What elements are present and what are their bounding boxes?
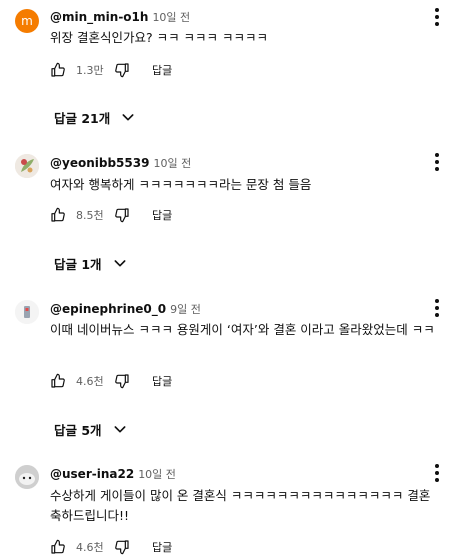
chevron-down-icon [122,114,134,121]
reply-button[interactable]: 답글 [152,62,172,78]
comment-time[interactable]: 10일 전 [138,468,176,481]
like-count: 4.6천 [76,375,104,388]
comment-text: 이때 네이버뉴스 ㅋㅋㅋ 용원게이 ‘여자’와 결혼 이라고 올라왔었는데 ㅋㅋ [50,322,435,337]
reply-button[interactable]: 답글 [152,539,172,555]
comment-author[interactable]: @yeonibb5539 [50,156,149,170]
comment-actions: 4.6천 답글 [50,537,172,555]
thumb-up-icon[interactable] [50,373,66,389]
avatar[interactable]: m [15,9,39,33]
author-line: @user-ina22 10일 전 [50,466,176,482]
avatar[interactable] [15,300,39,324]
author-line: @epinephrine0_0 9일 전 [50,301,201,317]
replies-label: 답글 5개 [54,422,102,438]
replies-label: 답글 1개 [54,256,102,272]
comment-author[interactable]: @epinephrine0_0 [50,302,166,316]
chevron-down-icon [114,260,126,267]
author-line: @yeonibb5539 10일 전 [50,155,191,171]
comment-time[interactable]: 9일 전 [170,303,201,316]
thumb-down-icon[interactable] [114,373,130,389]
thumb-up-icon[interactable] [50,207,66,223]
replies-toggle[interactable]: 답글 1개 [54,251,128,275]
thumb-up-icon[interactable] [50,539,66,555]
comment-time[interactable]: 10일 전 [153,157,191,170]
comment-author[interactable]: @user-ina22 [50,467,134,481]
replies-toggle[interactable]: 답글 21개 [54,105,136,129]
comment-text: 위장 결혼식인가요? ㅋㅋ ㅋㅋㅋ ㅋㅋㅋㅋ [50,30,269,45]
comment-text: 수상하게 게이들이 많이 온 결혼식 ㅋㅋㅋㅋㅋㅋㅋㅋㅋㅋㅋㅋㅋㅋㅋ 결혼 축하… [50,488,431,523]
comment-author[interactable]: @min_min-o1h [50,10,148,24]
thumb-down-icon[interactable] [114,539,130,555]
comment-actions: 4.6천 답글 [50,371,172,391]
more-vert-icon[interactable] [429,6,445,28]
like-count: 8.5천 [76,209,104,222]
thumb-down-icon[interactable] [114,207,130,223]
comment-text: 여자와 행복하게 ㅋㅋㅋㅋㅋㅋㅋ라는 문장 첨 들음 [50,177,312,192]
more-vert-icon[interactable] [429,151,445,173]
chevron-down-icon [114,426,126,433]
comment-time[interactable]: 10일 전 [152,11,190,24]
reply-button[interactable]: 답글 [152,373,172,389]
avatar[interactable] [15,154,39,178]
replies-label: 답글 21개 [54,110,111,126]
comment-actions: 8.5천 답글 [50,205,172,225]
author-line: @min_min-o1h 10일 전 [50,9,190,25]
like-count: 4.6천 [76,541,104,554]
comment-actions: 1.3만 답글 [50,60,172,80]
like-count: 1.3만 [76,64,104,77]
thumb-up-icon[interactable] [50,62,66,78]
replies-toggle[interactable]: 답글 5개 [54,417,128,441]
more-vert-icon[interactable] [429,462,445,484]
thumb-down-icon[interactable] [114,62,130,78]
avatar[interactable] [15,465,39,489]
avatar-letter: m [21,14,33,28]
more-vert-icon[interactable] [429,297,445,319]
reply-button[interactable]: 답글 [152,207,172,223]
